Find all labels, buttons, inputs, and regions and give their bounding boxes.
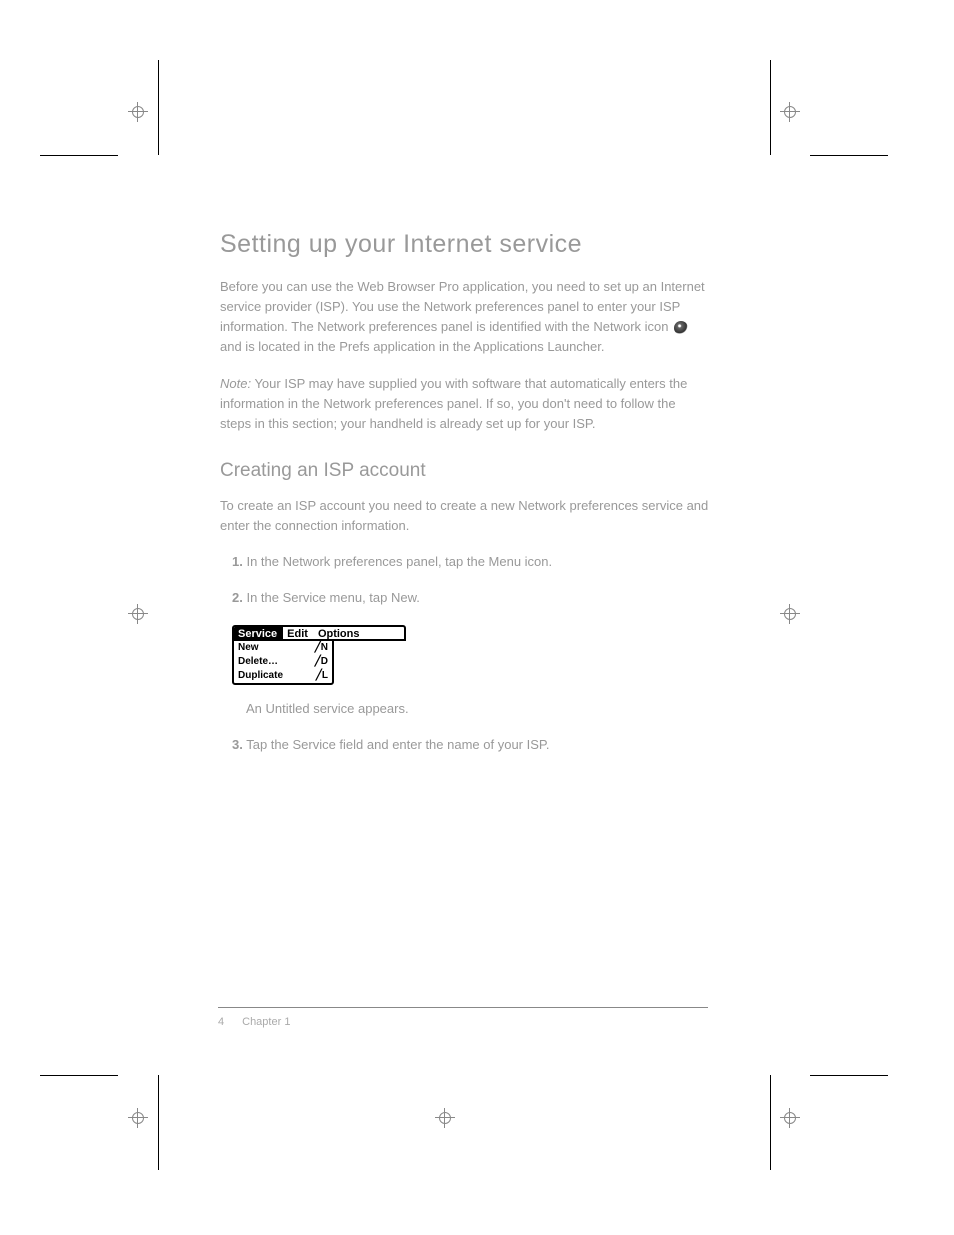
menubar: Service Edit Options [232, 625, 406, 641]
intro-text-a: Before you can use the Web Browser Pro a… [220, 279, 705, 334]
step-1-text: In the Network preferences panel, tap th… [243, 554, 552, 569]
dropdown-delete-label: Delete… [238, 655, 278, 669]
step-3: 3. Tap the Service field and enter the n… [232, 735, 710, 755]
step-2: 2. In the Service menu, tap New. [232, 588, 710, 608]
step-1: 1. In the Network preferences panel, tap… [232, 552, 710, 572]
step-3-num: 3. [232, 737, 243, 752]
note-paragraph: Note: Your ISP may have supplied you wit… [220, 374, 710, 434]
intro-paragraph: Before you can use the Web Browser Pro a… [220, 277, 710, 358]
step-1-num: 1. [232, 554, 243, 569]
step-2-num: 2. [232, 590, 243, 605]
step-2-result: An Untitled service appears. [246, 699, 710, 719]
step-2-text: In the Service menu, tap New. [243, 590, 420, 605]
menu-service[interactable]: Service [234, 627, 283, 639]
main-heading: Setting up your Internet service [220, 230, 710, 259]
dropdown: New ╱N Delete… ╱D Duplicate ╱L [232, 640, 334, 685]
sub-heading: Creating an ISP account [220, 460, 710, 482]
step-3-text: Tap the Service field and enter the name… [243, 737, 550, 752]
intro-text-b: and is located in the Prefs application … [220, 339, 604, 354]
chapter-label: Chapter 1 [242, 1016, 290, 1028]
dropdown-duplicate-label: Duplicate [238, 669, 283, 683]
dropdown-new-shortcut: ╱N [315, 641, 328, 655]
menu-edit[interactable]: Edit [283, 627, 314, 639]
page-content: Setting up your Internet service Before … [220, 230, 710, 783]
dropdown-delete-shortcut: ╱D [315, 655, 328, 669]
dropdown-duplicate-shortcut: ╱L [316, 669, 328, 683]
note-text: Your ISP may have supplied you with soft… [220, 376, 687, 431]
page-number: 4 [218, 1016, 224, 1028]
dropdown-delete[interactable]: Delete… ╱D [234, 655, 332, 669]
sub-intro: To create an ISP account you need to cre… [220, 496, 710, 536]
footer-rule [218, 1007, 708, 1008]
menu-options[interactable]: Options [314, 627, 366, 639]
dropdown-duplicate[interactable]: Duplicate ╱L [234, 669, 332, 683]
footer: 4 Chapter 1 [218, 1016, 708, 1028]
menu-screenshot: Service Edit Options New ╱N Delete… ╱D D… [232, 625, 406, 685]
note-label: Note: [220, 376, 251, 391]
network-icon [674, 321, 688, 335]
dropdown-new[interactable]: New ╱N [234, 641, 332, 655]
dropdown-new-label: New [238, 641, 259, 655]
